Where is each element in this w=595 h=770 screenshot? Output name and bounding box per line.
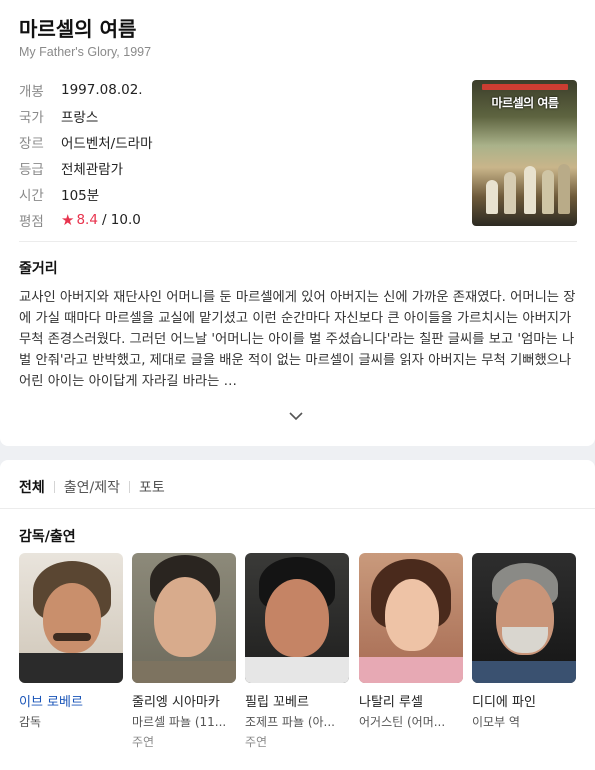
clothing-shape [19,653,123,683]
cast-role: 조제프 파뇰 (아... [245,715,335,729]
info-label: 시간 [19,188,44,204]
cast-item[interactable]: 이브 로베르 감독 [19,553,123,733]
info-value: 1997.08.02. [61,82,143,98]
rating-score: 8.4 [76,212,98,228]
cast-photo[interactable] [19,553,123,683]
divider [19,241,577,242]
poster-figure [504,172,516,214]
cast-name[interactable]: 나탈리 루셀 [359,691,463,710]
poster-figure [558,164,570,214]
cast-name[interactable]: 필립 꼬베르 [245,691,349,710]
info-score: 평점 ★ 8.4 / 10.0 [19,210,141,230]
chevron-down-icon[interactable] [288,410,304,422]
cast-item[interactable]: 필립 꼬베르 조제프 파뇰 (아... 주연 [245,553,349,750]
cast-tabs: 전체 출연/제작 포토 [19,477,165,497]
divider [0,508,595,509]
info-value: 전체관람가 [61,162,124,178]
info-release: 개봉 1997.08.02. [19,80,143,100]
poster-caption-band [482,84,568,90]
cast-photo[interactable] [245,553,349,683]
cast-photo[interactable] [472,553,576,683]
cast-item[interactable]: 디디에 파인 이모부 역 [472,553,576,733]
face-shape [385,579,439,651]
cast-role: 마르셀 파뇰 (11... [132,715,227,729]
tab-photo[interactable]: 포토 [139,477,165,497]
info-genre: 장르 어드벤처/드라마 [19,132,153,152]
info-label: 장르 [19,136,44,152]
poster-figure [542,170,554,214]
cast-name[interactable]: 이브 로베르 [19,691,123,710]
face-shape [43,583,101,653]
info-runtime: 시간 105분 [19,184,99,204]
tab-divider [129,481,131,493]
cast-type: 주연 [132,735,155,749]
cast-item[interactable]: 줄리엥 시아마카 마르셀 파뇰 (11... 주연 [132,553,236,750]
movie-info-card: 마르셀의 여름 My Father's Glory, 1997 개봉 1997.… [0,0,595,446]
info-value: 프랑스 [61,110,99,126]
cast-photo[interactable] [359,553,463,683]
movie-poster[interactable]: 마르셀의 여름 [472,80,577,226]
info-rating-class: 등급 전체관람가 [19,158,123,178]
info-value: 어드벤처/드라마 [61,136,153,152]
synopsis-heading: 줄거리 [19,261,58,277]
poster-title: 마르셀의 여름 [491,96,559,110]
cast-photo[interactable] [132,553,236,683]
tab-cast-crew[interactable]: 출연/제작 [64,477,120,497]
tab-divider [53,481,55,493]
info-label: 국가 [19,110,44,126]
cast-role: 이모부 역 [472,715,520,729]
synopsis-text: 교사인 아버지와 재단사인 어머니를 둔 마르셀에게 있어 아버지는 신에 가까… [19,290,576,389]
clothing-shape [359,657,463,683]
movie-title[interactable]: 마르셀의 여름 [19,13,136,42]
rating-max: / 10.0 [101,212,141,228]
poster-figure [486,180,498,214]
clothing-shape [245,657,349,683]
info-value: 105분 [61,188,100,204]
cast-item[interactable]: 나탈리 루셀 어거스틴 (어머... [359,553,463,733]
face-shape [265,579,329,657]
face-shape [154,577,216,657]
movie-subtitle: My Father's Glory, 1997 [19,45,152,59]
cast-heading: 감독/출연 [19,529,76,545]
cast-role: 어거스틴 (어머... [359,715,446,729]
star-icon: ★ [61,211,75,229]
info-label: 개봉 [19,84,44,100]
info-label: 평점 [19,214,44,230]
tab-all[interactable]: 전체 [19,477,45,497]
cast-name[interactable]: 줄리엥 시아마카 [132,691,236,710]
cast-type: 주연 [245,735,268,749]
info-label: 등급 [19,162,44,178]
cast-role: 감독 [19,715,42,729]
poster-figure [524,166,536,214]
cast-name[interactable]: 디디에 파인 [472,691,576,710]
clothing-shape [132,661,236,683]
mustache-shape [53,633,91,641]
info-country: 국가 프랑스 [19,106,98,126]
clothing-shape [472,661,576,683]
